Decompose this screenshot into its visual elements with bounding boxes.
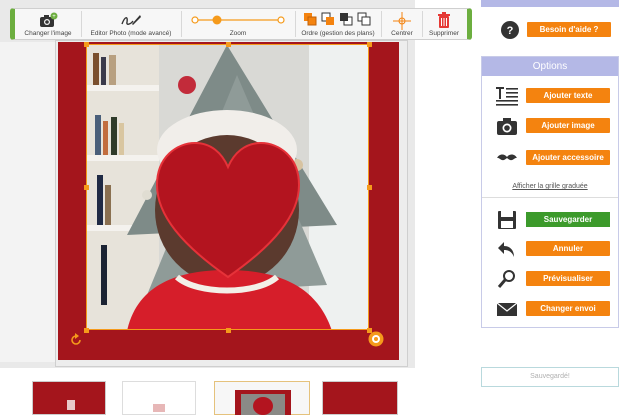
svg-text:?: ? [507, 25, 514, 37]
zoom-slider[interactable] [191, 15, 285, 25]
resize-handle-left[interactable] [84, 185, 89, 190]
envelope-icon [496, 302, 518, 316]
camera-icon [497, 118, 517, 135]
card-left-flap [0, 42, 58, 362]
thumbnail-preview [235, 390, 291, 415]
bring-forward-icon[interactable] [321, 12, 335, 26]
rotate-icon[interactable] [69, 333, 83, 347]
resize-handle-top[interactable] [226, 42, 231, 47]
magnifier-icon [497, 270, 515, 288]
editor-photo-button[interactable]: Editor Photo (mode avancé) [83, 9, 179, 39]
help-button[interactable]: Besoin d'aide ? [527, 22, 611, 37]
add-text-button[interactable]: Ajouter texte [526, 88, 610, 103]
crosshair-icon [393, 12, 411, 30]
center-button[interactable]: Centrer [383, 9, 421, 39]
save-button[interactable]: Sauvegarder [526, 212, 610, 227]
resize-handle-top-right[interactable] [367, 42, 372, 47]
help-row: ? Besoin d'aide ? [481, 18, 619, 42]
svg-text:+: + [52, 14, 56, 20]
center-label: Centrer [391, 30, 413, 37]
signature-pen-icon [121, 15, 141, 25]
thumbnail-preview [67, 400, 75, 410]
image-toolbar: + Changer l'image Editor Photo (mode ava… [10, 8, 472, 40]
text-lines-icon [496, 87, 518, 106]
resize-handle-bottom-left[interactable] [84, 328, 89, 333]
resize-handle-bottom[interactable] [226, 328, 231, 333]
panel-top-bar [481, 0, 619, 7]
zoom-label: Zoom [229, 30, 247, 37]
change-image-label: Changer l'image [24, 30, 72, 37]
add-image-button[interactable]: Ajouter image [526, 118, 610, 133]
preview-button[interactable]: Prévisualiser [526, 271, 610, 286]
resize-handle-right[interactable] [367, 185, 372, 190]
save-status: Sauvegardé! [481, 367, 619, 387]
resize-handle-top-left[interactable] [84, 42, 89, 47]
delete-label: Supprimer [429, 30, 459, 37]
order-control: Ordre (gestion des plans) [297, 9, 379, 39]
send-to-back-icon[interactable] [357, 12, 371, 26]
page-thumbnail[interactable] [122, 381, 196, 415]
send-backward-icon[interactable] [339, 12, 353, 26]
question-icon: ? [501, 21, 519, 39]
trash-icon [438, 12, 450, 28]
card-editor: + Changer l'image Editor Photo (mode ava… [0, 0, 640, 415]
thumbnail-preview [153, 404, 165, 412]
show-grid-link[interactable]: Afficher la grille graduée [482, 183, 618, 190]
move-handle-icon[interactable] [368, 331, 384, 347]
zoom-control: Zoom [183, 9, 293, 39]
change-send-button[interactable]: Changer envoi [526, 301, 610, 316]
toolbar-divider [381, 11, 382, 37]
undo-arrow-icon [498, 242, 514, 257]
page-thumbnail-active[interactable] [214, 381, 310, 415]
options-divider [482, 197, 618, 198]
toolbar-divider [422, 11, 423, 37]
page-thumbnail[interactable] [322, 381, 398, 415]
order-label: Ordre (gestion des plans) [301, 30, 375, 37]
editor-photo-label: Editor Photo (mode avancé) [90, 30, 172, 37]
options-title: Options [482, 57, 618, 76]
add-accessory-button[interactable]: Ajouter accessoire [526, 150, 610, 165]
options-panel: Options Ajouter texte Ajouter image Ajou… [481, 56, 619, 328]
page-thumbnail[interactable] [32, 381, 106, 415]
photo-frame[interactable] [86, 44, 369, 330]
camera-icon: + [40, 12, 58, 27]
delete-button[interactable]: Supprimer [424, 9, 464, 39]
mustache-icon [497, 154, 517, 161]
toolbar-divider [295, 11, 296, 37]
toolbar-divider [81, 11, 82, 37]
toolbar-divider [181, 11, 182, 37]
cancel-button[interactable]: Annuler [526, 241, 610, 256]
bring-to-front-icon[interactable] [303, 12, 317, 26]
photo-image [87, 45, 368, 329]
change-image-button[interactable]: + Changer l'image [17, 9, 79, 39]
layer-buttons [303, 12, 373, 26]
floppy-icon [498, 211, 516, 229]
